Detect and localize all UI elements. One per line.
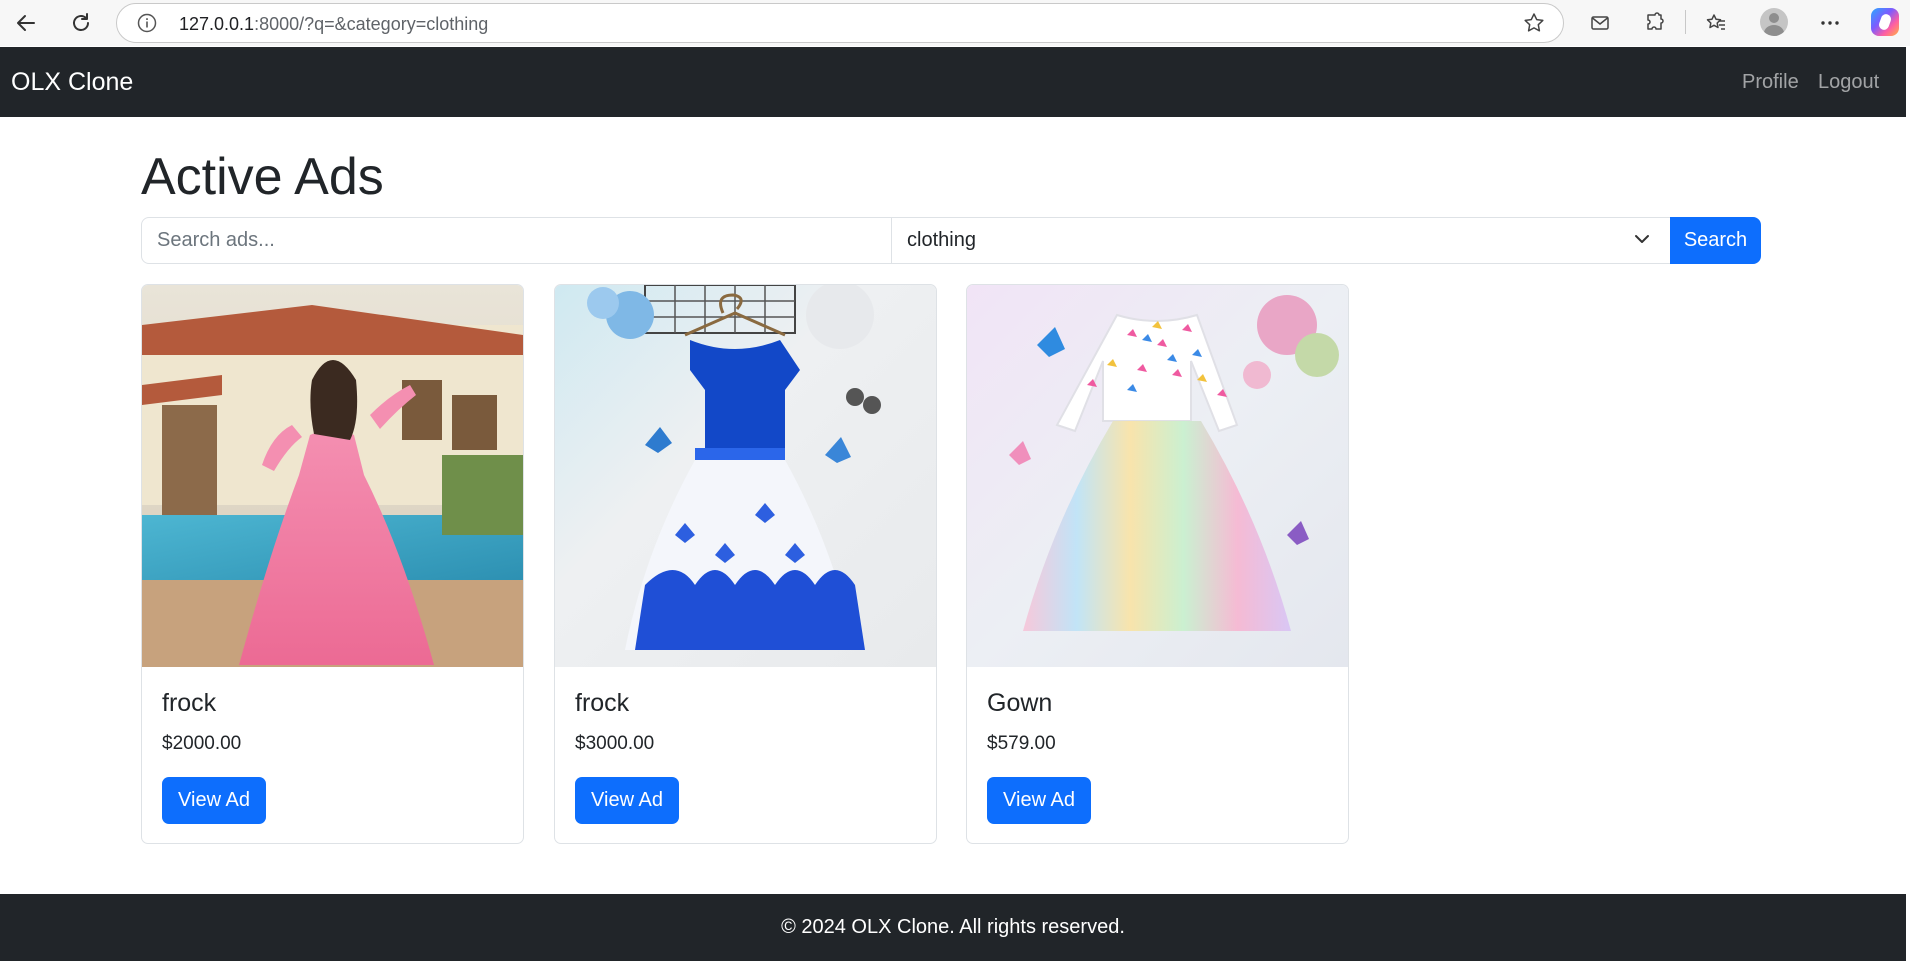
more-options-icon[interactable] xyxy=(1816,9,1844,37)
ad-price: $579.00 xyxy=(987,733,1056,754)
copilot-icon[interactable] xyxy=(1871,8,1899,36)
favorite-star-icon[interactable] xyxy=(1520,9,1548,37)
ad-price: $2000.00 xyxy=(162,733,242,754)
ad-image-pink-gown[interactable] xyxy=(142,285,523,667)
brand-logo[interactable]: OLX Clone xyxy=(11,68,133,97)
chevron-down-icon xyxy=(1633,230,1651,248)
search-input[interactable] xyxy=(141,217,892,264)
view-ad-button[interactable]: View Ad xyxy=(575,777,679,824)
mail-icon[interactable] xyxy=(1586,9,1614,37)
nav-logout-link[interactable]: Logout xyxy=(1818,71,1879,94)
back-icon[interactable] xyxy=(10,8,42,38)
address-bar[interactable]: 127.0.0.1:8000/?q=&category=clothing xyxy=(116,3,1564,43)
ad-card: frock $3000.00 View Ad xyxy=(554,284,937,844)
nav-profile-link[interactable]: Profile xyxy=(1742,71,1799,94)
site-info-icon[interactable] xyxy=(137,13,157,33)
view-ad-button[interactable]: View Ad xyxy=(987,777,1091,824)
page-title: Active Ads xyxy=(141,148,384,206)
search-button[interactable]: Search xyxy=(1670,217,1761,264)
url-path: :8000/?q=&category=clothing xyxy=(254,14,489,34)
site-footer: © 2024 OLX Clone. All rights reserved. xyxy=(0,894,1906,961)
profile-avatar[interactable] xyxy=(1760,8,1788,36)
category-selected-value: clothing xyxy=(907,229,976,251)
footer-copyright: © 2024 OLX Clone. All rights reserved. xyxy=(781,916,1125,938)
ad-price: $3000.00 xyxy=(575,733,655,754)
toolbar-divider xyxy=(1685,10,1686,34)
url-host: 127.0.0.1 xyxy=(179,14,255,34)
ad-card: frock $2000.00 View Ad xyxy=(141,284,524,844)
view-ad-button[interactable]: View Ad xyxy=(162,777,266,824)
ad-title: Gown xyxy=(987,689,1053,717)
reload-icon[interactable] xyxy=(65,8,97,38)
browser-toolbar: 127.0.0.1:8000/?q=&category=clothing xyxy=(0,0,1910,46)
search-form: clothing Search xyxy=(141,217,1761,264)
url-text: 127.0.0.1:8000/?q=&category=clothing xyxy=(179,14,488,35)
site-navbar: OLX Clone Profile Logout xyxy=(0,47,1906,117)
favorites-icon[interactable] xyxy=(1702,9,1730,37)
ad-image-blue-dress[interactable] xyxy=(555,285,936,667)
ad-title: frock xyxy=(162,689,217,717)
page-scrollbar[interactable] xyxy=(1906,47,1910,961)
ad-title: frock xyxy=(575,689,630,717)
category-select[interactable]: clothing xyxy=(891,217,1671,264)
ad-image-rainbow-gown[interactable] xyxy=(967,285,1348,667)
ad-card: Gown $579.00 View Ad xyxy=(966,284,1349,844)
extensions-icon[interactable] xyxy=(1641,9,1669,37)
